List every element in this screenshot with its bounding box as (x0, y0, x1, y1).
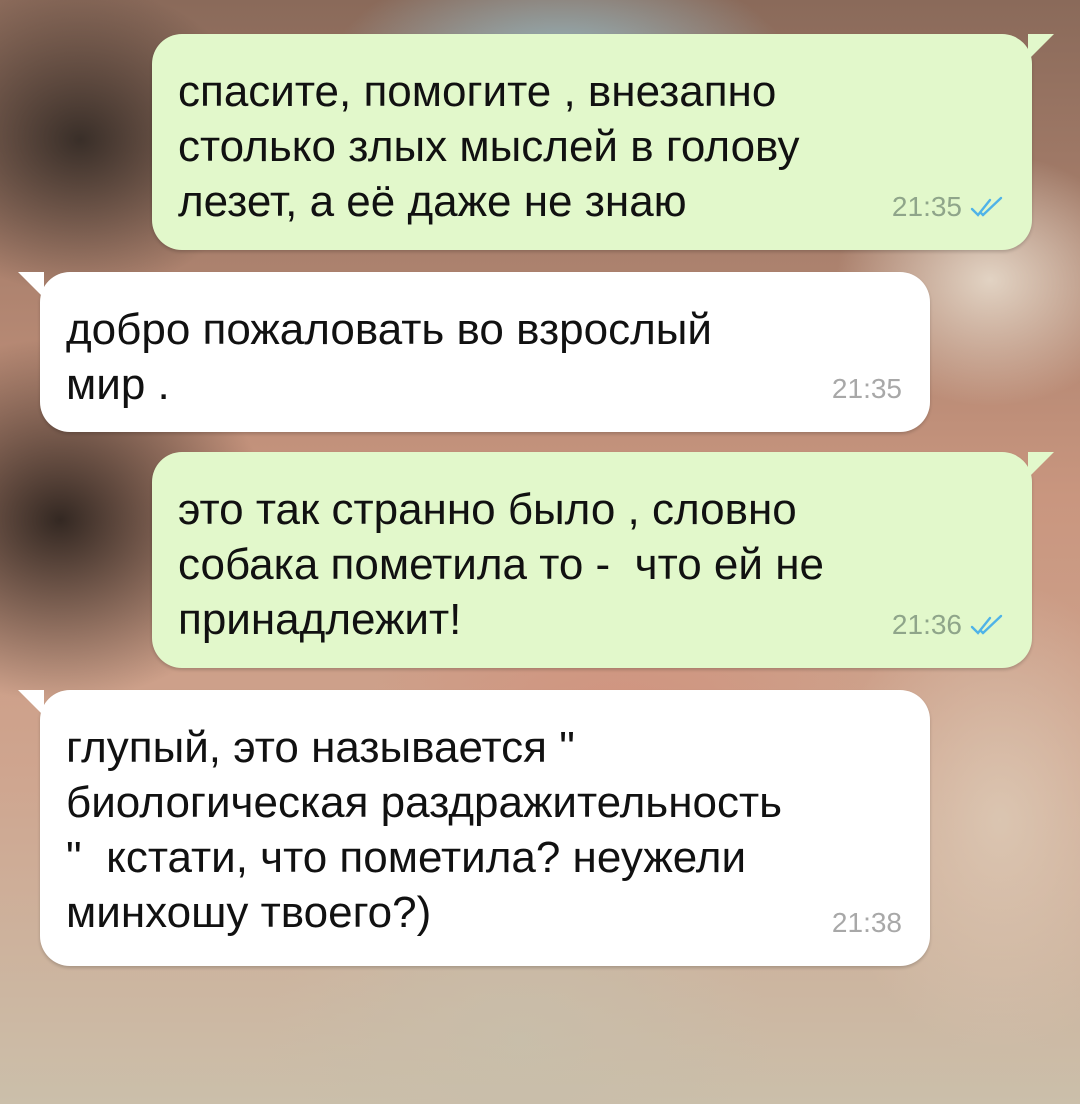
message-bubble-outgoing[interactable]: спасите, помогите , внезапно столько злы… (152, 34, 1054, 250)
message-text: спасите, помогите , внезапно столько злы… (178, 67, 800, 226)
message-bubble-outgoing[interactable]: это так странно было , словно собака пом… (152, 452, 1054, 668)
bubble-tail (18, 690, 44, 716)
message-time: 21:35 (831, 373, 902, 404)
message-bubble-incoming[interactable]: глупый, это называется " биологическая р… (18, 690, 930, 966)
bubble-tail (1028, 34, 1054, 60)
message-text: это так странно было , словно собака пом… (178, 485, 824, 644)
message-meta: 21:36 (892, 597, 1004, 652)
double-check-read-icon (970, 614, 1003, 635)
message-time: 21:38 (831, 907, 902, 938)
message-bubble-incoming[interactable]: добро пожаловать во взрослый мир . 21:35 (18, 272, 930, 432)
double-check-read-icon (970, 196, 1003, 217)
message-text: добро пожаловать во взрослый мир . (66, 305, 712, 409)
message-text: глупый, это называется " биологическая р… (66, 723, 783, 937)
message-meta: 21:38 (832, 895, 902, 950)
bubble-tail (1028, 452, 1054, 478)
message-time: 21:36 (891, 609, 962, 640)
message-meta: 21:35 (892, 179, 1004, 234)
message-meta: 21:35 (832, 361, 902, 416)
message-time: 21:35 (891, 191, 962, 222)
bubble-tail (18, 272, 44, 298)
